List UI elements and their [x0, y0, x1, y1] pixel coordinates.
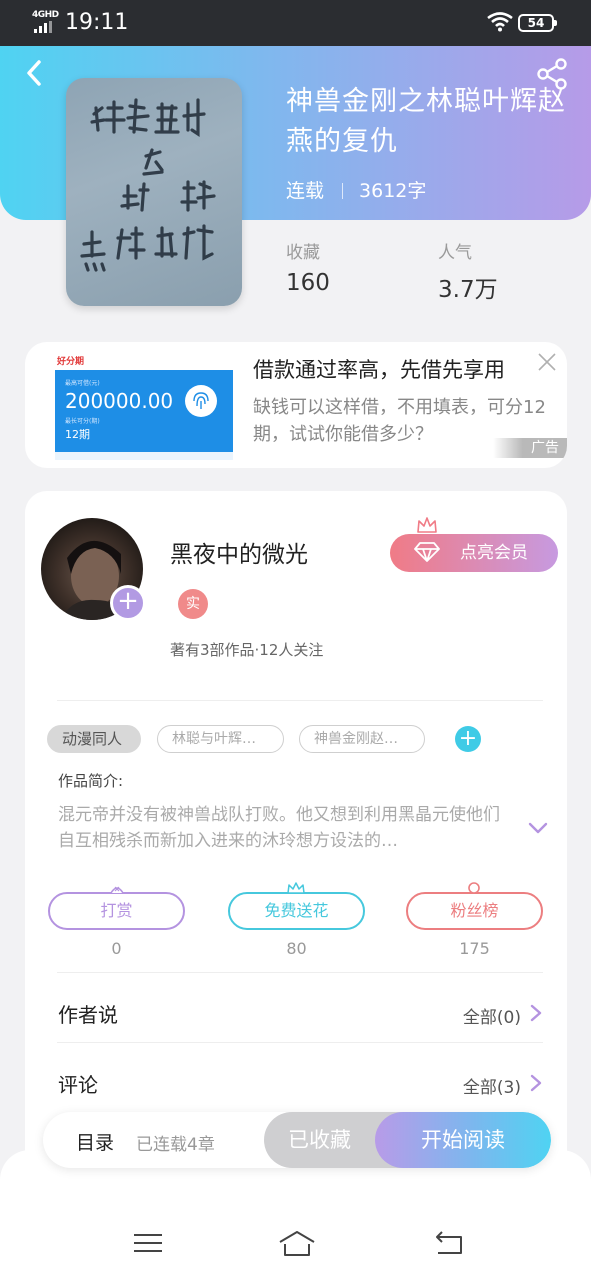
ad-image-amount: 200000.00: [65, 389, 173, 413]
flower-icon: [287, 882, 305, 894]
wifi-icon: [487, 12, 513, 32]
coin-icon: [110, 886, 124, 894]
ad-image-brand: 好分期: [56, 355, 84, 367]
author-says-label[interactable]: 作者说: [58, 999, 118, 1028]
tip-count: 0: [111, 939, 122, 958]
toc-button[interactable]: 目录: [76, 1128, 114, 1155]
ad-badge: 广告: [493, 438, 567, 458]
network-type: 4GHD: [32, 10, 59, 20]
book-status: 连载: [286, 180, 325, 202]
tip-label: 打赏: [100, 901, 133, 920]
meta-divider: [342, 183, 344, 199]
signal-icon: [34, 21, 54, 33]
chevron-right-icon[interactable]: [530, 1074, 542, 1092]
send-flower-button[interactable]: 免费送花: [228, 892, 365, 930]
divider: [57, 972, 543, 973]
crown-icon: [417, 517, 437, 533]
vip-label: 点亮会员: [460, 543, 528, 563]
author-says-all[interactable]: 全部(0): [463, 1003, 521, 1028]
tip-button[interactable]: 打赏: [48, 892, 185, 930]
cover-handwriting: [80, 98, 216, 272]
popularity-count: 3.7万: [438, 277, 498, 303]
divider: [57, 700, 543, 701]
battery-indicator: 54: [518, 14, 557, 32]
ad-image-term-label: 最长可分(期): [65, 417, 100, 425]
diamond-icon: [414, 542, 440, 562]
system-nav-bar: [0, 1150, 591, 1280]
start-reading-button[interactable]: 开始阅读: [375, 1112, 551, 1168]
fan-ranking-button[interactable]: 粉丝榜: [406, 892, 543, 930]
send-flower-label: 免费送花: [264, 901, 329, 920]
medal-icon: [468, 882, 480, 894]
fan-ranking-label: 粉丝榜: [450, 901, 499, 920]
flower-count: 80: [286, 939, 307, 958]
book-title: 神兽金刚之林聪叶辉赵燕的复仇: [286, 86, 566, 157]
tag-category[interactable]: 动漫同人: [47, 725, 141, 753]
clock: 19:11: [65, 10, 129, 35]
popularity-label: 人气: [438, 243, 472, 263]
follow-button[interactable]: +: [110, 585, 146, 621]
battery-level: 54: [527, 16, 545, 30]
book-meta: 连载 3612字: [286, 176, 426, 203]
verified-badge: 实: [178, 589, 208, 619]
status-bar: 4GHD 19:11 54: [0, 0, 591, 46]
book-cover[interactable]: [66, 78, 242, 306]
collect-count: 160: [286, 270, 330, 296]
home-icon[interactable]: [278, 1228, 316, 1258]
comments-all[interactable]: 全部(3): [463, 1073, 521, 1098]
ad-image-limit-label: 最高可借(元): [65, 379, 100, 387]
divider: [57, 1042, 543, 1043]
back-icon[interactable]: [20, 58, 50, 88]
ad-image: 好分期 最高可借(元) 200000.00 最长可分(期) 12期: [55, 350, 260, 460]
author-meta: 著有3部作品·12人关注: [170, 641, 324, 659]
collect-label: 收藏: [286, 243, 320, 263]
add-tag-button[interactable]: +: [455, 726, 481, 752]
chevron-right-icon[interactable]: [530, 1004, 542, 1022]
ad-image-term: 12期: [65, 428, 90, 441]
serial-status[interactable]: 已连载4章: [136, 1130, 215, 1155]
chevron-down-icon[interactable]: [527, 820, 549, 836]
word-count: 3612字: [359, 180, 427, 202]
close-icon[interactable]: [535, 350, 559, 374]
back-nav-icon[interactable]: [432, 1228, 466, 1258]
menu-icon[interactable]: [131, 1228, 165, 1258]
ad-title: 借款通过率高，先借先享用: [253, 358, 505, 382]
intro-label: 作品简介:: [58, 772, 124, 790]
fan-count: 175: [459, 939, 490, 958]
author-name: 黑夜中的微光: [170, 542, 308, 568]
ad-banner[interactable]: 好分期 最高可借(元) 200000.00 最长可分(期) 12期 借款通过率高…: [25, 342, 567, 468]
tag-item[interactable]: 林聪与叶辉…: [157, 725, 284, 753]
comments-label[interactable]: 评论: [58, 1069, 98, 1098]
tag-item[interactable]: 神兽金刚赵…: [299, 725, 425, 753]
intro-text[interactable]: 混元帝并没有被神兽战队打败。他又想到利用黑晶元使他们自互相残杀而新加入进来的沐玲…: [58, 802, 508, 854]
bottom-action-bar: 目录 已连载4章 已收藏 开始阅读: [43, 1112, 551, 1168]
